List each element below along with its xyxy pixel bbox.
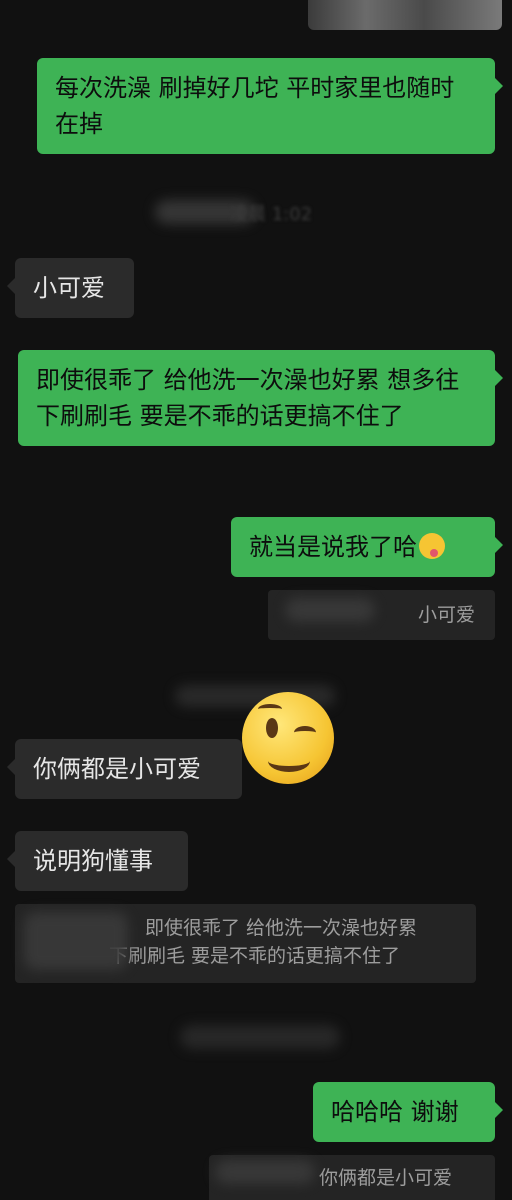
quoted-text-line1: 即使很乖了 给他洗一次澡也好累	[145, 917, 418, 939]
redacted-name	[24, 912, 128, 970]
message-text: 小可爱	[33, 274, 105, 302]
message-bubble-received[interactable]: 你俩都是小可爱	[7, 739, 242, 799]
quoted-text-line2: 下刷刷毛 要是不乖的话更搞不住了	[109, 945, 401, 967]
message-bubble-sent[interactable]: 就当是说我了哈	[231, 517, 503, 577]
shared-photo-thumbnail[interactable]	[308, 0, 502, 30]
message-text: 即使很乖了 给他洗一次澡也好累 想多往下刷刷毛 要是不乖的话更搞不住了	[36, 366, 460, 430]
emoji-eye	[266, 718, 278, 738]
message-text: 说明狗懂事	[33, 847, 153, 875]
redacted-name	[285, 598, 375, 622]
message-bubble-sent[interactable]: 即使很乖了 给他洗一次澡也好累 想多往下刷刷毛 要是不乖的话更搞不住了	[18, 350, 503, 446]
message-text: 就当是说我了哈	[249, 533, 417, 561]
yum-emoji-icon	[419, 533, 445, 559]
timestamp: 凌晨 1:02	[230, 204, 313, 225]
emoji-wink-eye	[294, 726, 316, 739]
redacted-name	[215, 1160, 315, 1184]
quoted-text: 你俩都是小可爱	[319, 1167, 453, 1189]
wink-emoji-icon[interactable]	[242, 692, 334, 784]
message-text: 每次洗澡 刷掉好几坨 平时家里也随时在掉	[55, 74, 455, 138]
emoji-brow	[258, 704, 282, 714]
quoted-text: 小可爱	[417, 604, 475, 626]
message-text: 哈哈哈 谢谢	[331, 1098, 459, 1126]
redacted-timestamp	[180, 1025, 340, 1049]
message-bubble-received[interactable]: 小可爱	[7, 258, 134, 318]
message-bubble-sent[interactable]: 哈哈哈 谢谢	[313, 1082, 503, 1142]
message-bubble-sent[interactable]: 每次洗澡 刷掉好几坨 平时家里也随时在掉	[37, 58, 503, 154]
message-text: 你俩都是小可爱	[33, 755, 201, 783]
message-bubble-received[interactable]: 说明狗懂事	[7, 831, 188, 891]
emoji-mouth	[268, 750, 310, 772]
